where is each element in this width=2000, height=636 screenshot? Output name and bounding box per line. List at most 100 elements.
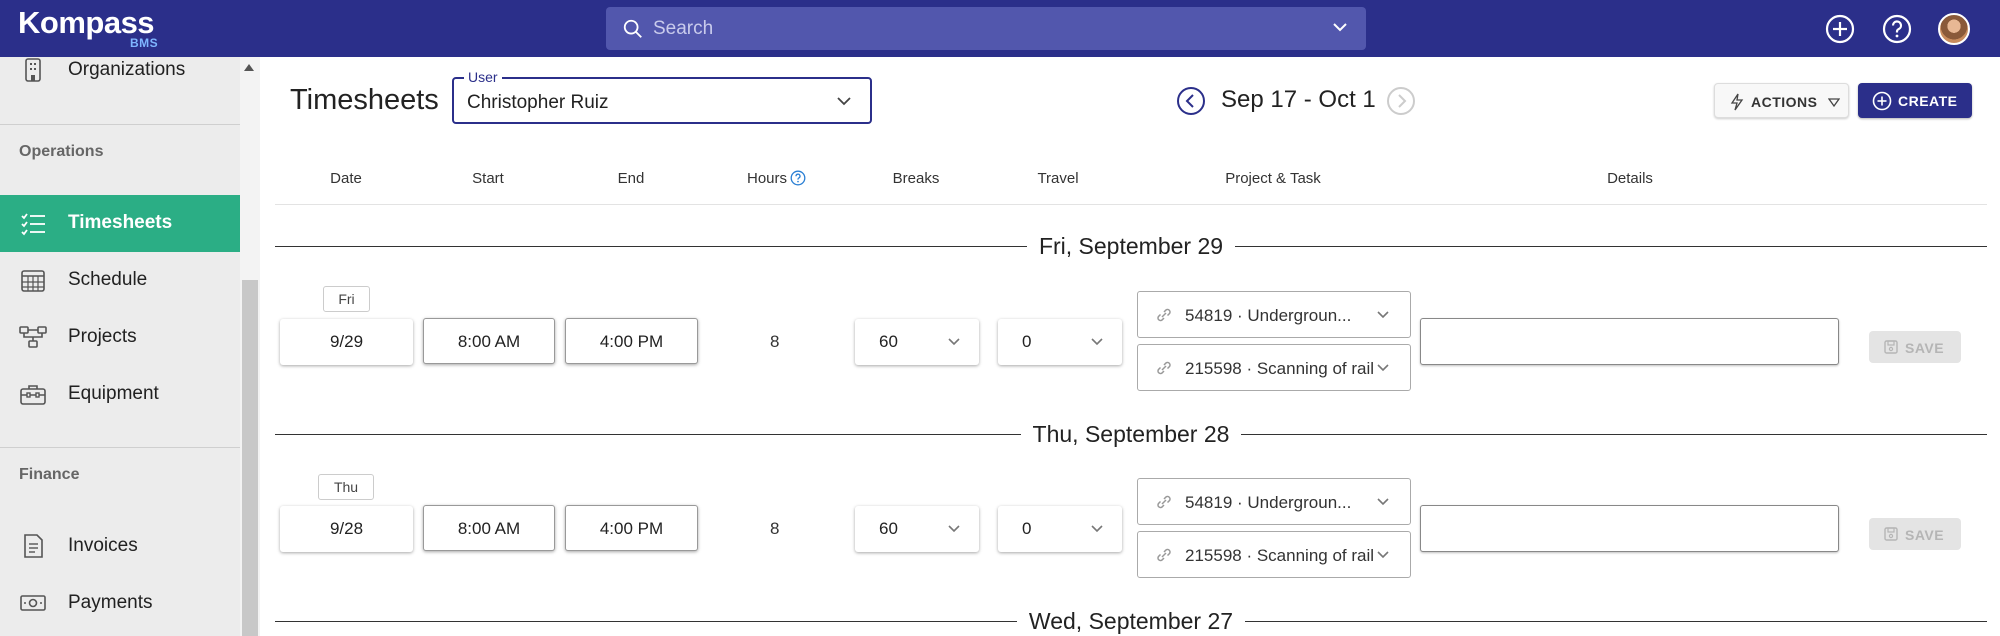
logo-name: Kompass (18, 5, 155, 40)
add-circle-icon (1872, 91, 1892, 111)
end-time-field[interactable]: 4:00 PM (565, 505, 698, 551)
sidebar-item-equipment[interactable]: Equipment (0, 366, 240, 423)
date-range: Sep 17 - Oct 1 (1221, 86, 1376, 113)
column-header-date: Date (330, 170, 362, 187)
page-title: Timesheets (290, 84, 439, 116)
link-icon (1157, 548, 1171, 562)
day-separator: Fri, September 29 (275, 231, 1987, 261)
start-time-field[interactable]: 8:00 AM (423, 318, 555, 364)
top-bar: Kompass BMS Search (0, 0, 2000, 57)
invoice-icon (24, 534, 43, 558)
column-header-hours: Hours (746, 170, 787, 187)
sidebar-item-label: Equipment (68, 383, 159, 404)
help-icon[interactable] (1881, 13, 1913, 45)
sidebar-item-organizations[interactable]: Organizations (0, 42, 240, 99)
user-select[interactable]: User Christopher Ruiz (452, 69, 872, 124)
travel-value: 0 (1022, 519, 1032, 538)
end-time-value: 4:00 PM (599, 519, 664, 538)
building-icon (25, 58, 41, 82)
weekday-chip: Fri (323, 286, 370, 312)
breaks-value: 60 (879, 519, 898, 538)
next-period-button[interactable] (1386, 86, 1416, 116)
sidebar-item-schedule[interactable]: Schedule (0, 252, 240, 309)
start-time-value: 8:00 AM (457, 519, 521, 538)
help-icon[interactable] (790, 170, 806, 186)
sidebar-item-label: Invoices (68, 535, 138, 556)
save-label: SAVE (1905, 527, 1945, 543)
breaks-select[interactable]: 60 (855, 319, 979, 365)
date-field[interactable]: 9/29 (280, 319, 413, 365)
sidebar-item-label: Schedule (68, 269, 148, 290)
date-field[interactable]: 9/28 (280, 506, 413, 552)
day-heading: Wed, September 27 (1016, 608, 1246, 634)
column-header-details: Details (1607, 170, 1653, 187)
search-placeholder: Search (653, 18, 714, 39)
project-select[interactable]: 54819 · Undergroun... (1137, 291, 1411, 338)
save-icon (1884, 340, 1898, 354)
search-input[interactable]: Search (606, 7, 1366, 50)
save-button[interactable]: SAVE (1869, 518, 1961, 550)
travel-select[interactable]: 0 (998, 319, 1122, 365)
section-finance: Finance (19, 466, 80, 483)
details-input[interactable] (1420, 318, 1839, 365)
day-heading: Thu, September 28 (1020, 421, 1242, 447)
chevron-down-icon[interactable] (1332, 21, 1348, 33)
toolbox-icon (20, 385, 46, 405)
chevron-down-icon (1091, 338, 1103, 346)
calendar-icon (21, 270, 45, 292)
sidebar-item-label: Payments (68, 592, 153, 613)
previous-period-button[interactable] (1176, 86, 1206, 116)
date-value: 9/28 (329, 519, 364, 538)
day-separator: Thu, September 28 (275, 419, 1987, 449)
date-value: 9/29 (329, 332, 364, 351)
task-value: 215598 · Scanning of rail (1185, 546, 1375, 565)
header-divider (275, 204, 1987, 205)
start-time-field[interactable]: 8:00 AM (423, 505, 555, 551)
save-icon (1884, 527, 1898, 541)
end-time-value: 4:00 PM (599, 332, 664, 351)
day-heading: Fri, September 29 (1026, 233, 1236, 259)
save-label: SAVE (1905, 340, 1945, 356)
sidebar-item-projects[interactable]: Projects (0, 309, 240, 366)
divider (0, 124, 240, 125)
hours-value: 8 (770, 332, 780, 351)
chevron-down-icon (1377, 364, 1389, 372)
actions-button[interactable]: ACTIONS (1714, 83, 1849, 118)
create-button[interactable]: CREATE (1858, 83, 1972, 118)
link-icon (1157, 495, 1171, 509)
column-header-travel: Travel (1037, 170, 1079, 187)
details-input[interactable] (1420, 505, 1839, 552)
avatar[interactable] (1938, 13, 1970, 45)
sidebar-item-timesheets[interactable]: Timesheets (0, 195, 240, 252)
caret-down-icon (1828, 98, 1840, 107)
chevron-down-icon (1377, 311, 1389, 319)
sidebar-scrollbar-thumb[interactable] (242, 280, 258, 636)
sidebar-item-payments[interactable]: Payments (0, 575, 240, 632)
day-separator: Wed, September 27 (275, 606, 1987, 636)
breaks-value: 60 (879, 332, 898, 351)
chevron-down-icon (837, 97, 851, 106)
add-circle-icon[interactable] (1824, 13, 1856, 45)
scroll-up-arrow[interactable] (244, 64, 254, 71)
end-time-field[interactable]: 4:00 PM (565, 318, 698, 364)
task-select[interactable]: 215598 · Scanning of rail (1137, 531, 1411, 578)
chevron-down-icon (948, 338, 960, 346)
app-logo[interactable]: Kompass BMS (18, 5, 158, 51)
breaks-select[interactable]: 60 (855, 506, 979, 552)
section-operations: Operations (19, 143, 104, 160)
task-select[interactable]: 215598 · Scanning of rail (1137, 344, 1411, 391)
sidebar-item-invoices[interactable]: Invoices (0, 518, 240, 575)
chevron-down-icon (948, 525, 960, 533)
create-label: CREATE (1898, 93, 1958, 109)
column-header-project-task: Project & Task (1225, 170, 1321, 187)
travel-select[interactable]: 0 (998, 506, 1122, 552)
actions-label: ACTIONS (1751, 94, 1818, 110)
project-select[interactable]: 54819 · Undergroun... (1137, 478, 1411, 525)
travel-value: 0 (1022, 332, 1032, 351)
weekday-chip: Thu (318, 474, 374, 500)
user-select-value: Christopher Ruiz (467, 92, 609, 113)
divider (0, 447, 240, 448)
column-header-start: Start (472, 170, 504, 187)
column-header-end: End (617, 170, 645, 187)
save-button[interactable]: SAVE (1869, 331, 1961, 363)
